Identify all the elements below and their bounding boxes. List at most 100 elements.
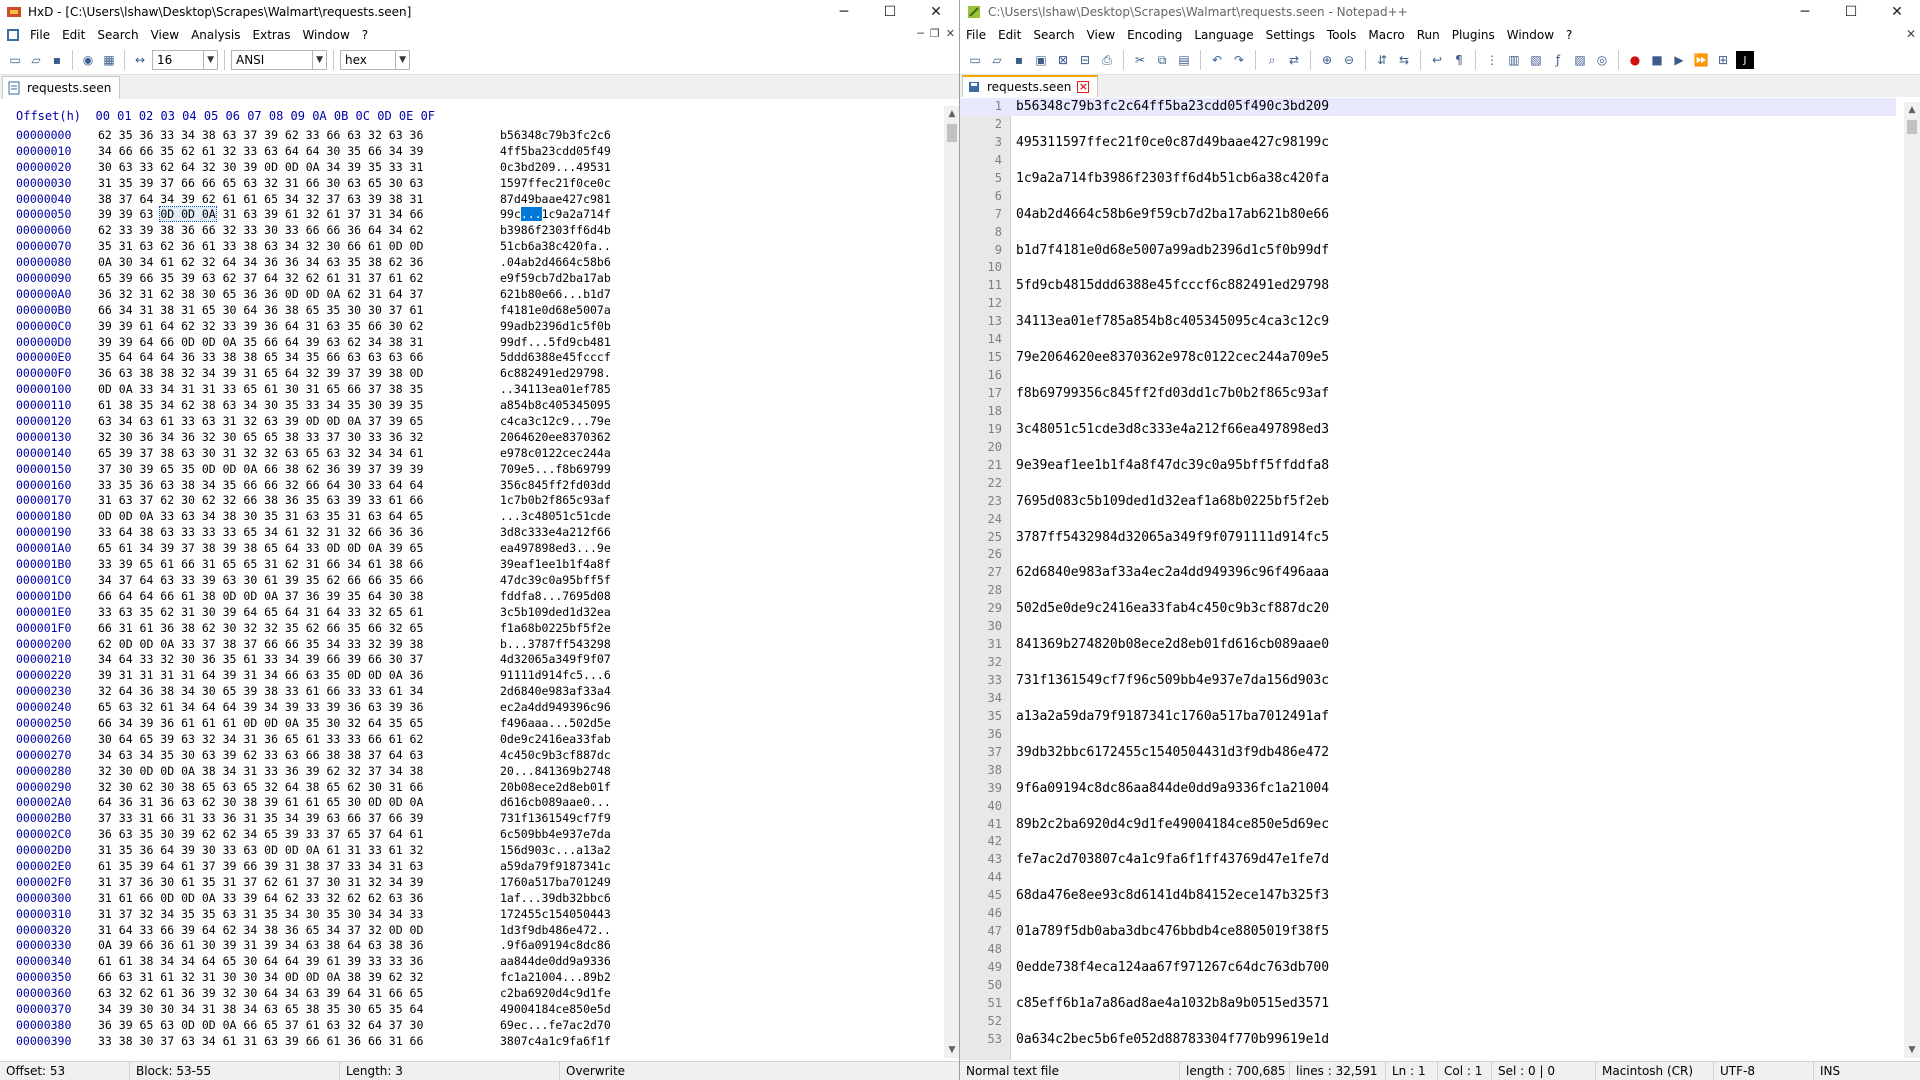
editor-line[interactable]: 34	[960, 690, 1896, 708]
close-file-icon[interactable]: ⊠	[1054, 51, 1072, 69]
editor-line[interactable]: 8	[960, 224, 1896, 242]
editor-line[interactable]: 1 b56348c79b3fc2c64ff5ba23cdd05f490c3bd20…	[960, 98, 1896, 116]
hex-row[interactable]: 00000320 31 64 33 66 39 64 62 34 38 36 65…	[16, 923, 660, 939]
npp-menu-plugins[interactable]: Plugins	[1446, 24, 1501, 46]
editor-line[interactable]: 19 3c48051c51cde3d8c333e4a212f66ea497898e…	[960, 421, 1896, 439]
hex-row[interactable]: 00000050 39 39 63 0D 0D 0A 31 63 39 61 32…	[16, 206, 660, 223]
save-icon[interactable]: ▪	[1010, 51, 1028, 69]
word-wrap-icon[interactable]: ↩	[1428, 51, 1446, 69]
hex-row[interactable]: 000001F0 66 31 61 36 38 62 30 32 32 35 62…	[16, 621, 660, 637]
npp-menu-search[interactable]: Search	[1027, 24, 1080, 46]
hex-row[interactable]: 00000060 62 33 39 38 36 66 32 33 30 33 66…	[16, 223, 660, 239]
hex-row[interactable]: 00000280 32 30 0D 0D 0A 38 34 31 33 36 39…	[16, 764, 660, 780]
editor-line[interactable]: 28	[960, 582, 1896, 600]
editor-line[interactable]: 26	[960, 546, 1896, 564]
zoom-out-icon[interactable]: ⊖	[1340, 51, 1358, 69]
hex-row[interactable]: 00000120 63 34 63 61 33 63 31 32 63 39 0D…	[16, 414, 660, 430]
editor-line[interactable]: 25 3787ff5432984d32065a349f9f0791111d914f…	[960, 529, 1896, 547]
function-list-icon[interactable]: ƒ	[1549, 51, 1567, 69]
save-all-icon[interactable]: ▣	[1032, 51, 1050, 69]
npp-titlebar[interactable]: C:\Users\lshaw\Desktop\Scrapes\Walmart\r…	[960, 0, 1920, 24]
hex-row[interactable]: 00000130 32 30 36 34 36 32 30 65 65 38 33…	[16, 430, 660, 446]
editor-line[interactable]: 16	[960, 367, 1896, 385]
replace-icon[interactable]: ⇄	[1285, 51, 1303, 69]
hex-row[interactable]: 00000330 0A 39 66 36 61 30 39 31 39 34 63…	[16, 938, 660, 954]
editor-line[interactable]: 29 502d5e0de9c2416ea33fab4c450c9b3cf887dc…	[960, 600, 1896, 618]
hxd-menu-analysis[interactable]: Analysis	[185, 24, 246, 46]
record-macro-icon[interactable]: ●	[1626, 51, 1644, 69]
hex-row[interactable]: 000001D0 66 64 64 66 61 38 0D 0D 0A 37 36…	[16, 589, 660, 605]
npp-scroll-thumb[interactable]	[1907, 120, 1917, 134]
hxd-menu-search[interactable]: Search	[91, 24, 144, 46]
editor-line[interactable]: 20	[960, 439, 1896, 457]
npp-menu-file[interactable]: File	[960, 24, 992, 46]
hxd-close-button[interactable]: ✕	[913, 0, 959, 24]
editor-line[interactable]: 39 9f6a09194c8dc86aa844de0dd9a9336fc1a210…	[960, 780, 1896, 798]
hxd-mdi-close-icon[interactable]: ✕	[946, 27, 955, 40]
open-file-icon[interactable]: ▱	[27, 51, 45, 69]
editor-line[interactable]: 6	[960, 188, 1896, 206]
editor-line[interactable]: 4	[960, 152, 1896, 170]
status-encoding[interactable]: UTF-8	[1714, 1062, 1814, 1080]
print-icon[interactable]: ⎙	[1098, 51, 1116, 69]
hex-row[interactable]: 000000F0 36 63 38 38 32 34 39 31 65 64 32…	[16, 366, 660, 382]
undo-icon[interactable]: ↶	[1208, 51, 1226, 69]
editor-line[interactable]: 22	[960, 475, 1896, 493]
npp-menu-encoding[interactable]: Encoding	[1121, 24, 1188, 46]
editor-line[interactable]: 11 5fd9cb4815ddd6388e45fcccf6c882491ed297…	[960, 277, 1896, 295]
hex-row[interactable]: 00000310 31 37 32 34 35 35 63 31 35 34 30…	[16, 907, 660, 923]
editor-line[interactable]: 49 0edde738f4eca124aa67f971267c64dc763db7…	[960, 959, 1896, 977]
find-icon[interactable]: ⌕	[1263, 51, 1281, 69]
tab-close-icon[interactable]: ×	[1077, 81, 1090, 93]
hex-row[interactable]: 000002D0 31 35 36 64 39 30 33 63 0D 0D 0A…	[16, 843, 660, 859]
npp-menu-macro[interactable]: Macro	[1362, 24, 1410, 46]
hxd-maximize-button[interactable]: ☐	[867, 0, 913, 24]
hex-row[interactable]: 00000190 33 64 38 63 33 33 33 65 34 61 32…	[16, 525, 660, 541]
editor-line[interactable]: 10	[960, 259, 1896, 277]
npp-maximize-button[interactable]: ☐	[1828, 0, 1874, 24]
copy-icon[interactable]: ⧉	[1153, 51, 1171, 69]
editor-line[interactable]: 53 0a634c2bec5b6fe052d88783304f770b99619e…	[960, 1031, 1896, 1049]
editor-line[interactable]: 3 495311597ffec21f0ce0c87d49baae427c98199…	[960, 134, 1896, 152]
new-file-icon[interactable]: ▭	[966, 51, 984, 69]
editor-line[interactable]: 27 62d6840e983af33a4ec2a4dd949396c96f496a…	[960, 564, 1896, 582]
editor-line[interactable]: 12	[960, 295, 1896, 313]
hex-row[interactable]: 000001C0 34 37 64 63 33 39 63 30 61 39 35…	[16, 573, 660, 589]
hex-row[interactable]: 00000390 33 38 30 37 63 34 61 31 63 39 66…	[16, 1034, 660, 1050]
plugin-icon[interactable]: J	[1736, 51, 1754, 69]
hex-row[interactable]: 00000170 31 63 37 62 30 62 32 66 38 36 35…	[16, 493, 660, 509]
editor-line[interactable]: 35 a13a2a59da79f9187341c1760a517ba7012491…	[960, 708, 1896, 726]
hex-selection[interactable]: 0D 0D 0A	[159, 206, 217, 223]
editor-line[interactable]: 24	[960, 511, 1896, 529]
npp-menu-help[interactable]: ?	[1560, 24, 1578, 46]
hex-row[interactable]: 00000200 62 0D 0D 0A 33 37 38 37 66 66 35…	[16, 637, 660, 653]
sync-vertical-icon[interactable]: ⇵	[1373, 51, 1391, 69]
hex-row[interactable]: 000002A0 64 36 31 36 63 62 30 38 39 61 61…	[16, 795, 660, 811]
editor-line[interactable]: 5 1c9a2a714fb3986f2303ff6d4b51cb6a38c420f…	[960, 170, 1896, 188]
hex-row[interactable]: 00000240 65 63 32 61 34 64 64 39 34 39 33…	[16, 700, 660, 716]
open-disk-icon[interactable]: ◉	[79, 51, 97, 69]
hex-row[interactable]: 00000030 31 35 39 37 66 66 65 63 32 31 66…	[16, 176, 660, 192]
editor-line[interactable]: 7 04ab2d4664c58b6e9f59cb7d2ba17ab621b80e6…	[960, 206, 1896, 224]
hex-row[interactable]: 000002B0 37 33 31 66 31 33 36 31 35 34 39…	[16, 811, 660, 827]
editor-line[interactable]: 50	[960, 977, 1896, 995]
editor-line[interactable]: 31 841369b274820b08ece2d8eb01fd616cb089aa…	[960, 636, 1896, 654]
npp-tab-requests-seen[interactable]: requests.seen ×	[962, 75, 1099, 97]
hex-row[interactable]: 00000340 61 61 38 34 34 64 65 30 64 64 39…	[16, 954, 660, 970]
hxd-mdi-minimize-icon[interactable]: ─	[917, 27, 924, 40]
hxd-titlebar[interactable]: HxD - [C:\Users\lshaw\Desktop\Scrapes\Wa…	[0, 0, 959, 24]
hex-row[interactable]: 000000E0 35 64 64 64 36 33 38 38 65 34 35…	[16, 350, 660, 366]
editor-line[interactable]: 32	[960, 654, 1896, 672]
hxd-menu-view[interactable]: View	[145, 24, 185, 46]
npp-menu-settings[interactable]: Settings	[1260, 24, 1321, 46]
hex-row[interactable]: 000000B0 66 34 31 38 31 65 30 64 36 38 65…	[16, 303, 660, 319]
editor-line[interactable]: 44	[960, 869, 1896, 887]
hxd-minimize-button[interactable]: ─	[821, 0, 867, 24]
npp-minimize-button[interactable]: ─	[1782, 0, 1828, 24]
hex-row[interactable]: 00000380 36 39 65 63 0D 0D 0A 66 65 37 61…	[16, 1018, 660, 1034]
charset-select[interactable]: ANSI ▼	[231, 50, 327, 70]
stop-macro-icon[interactable]: ■	[1648, 51, 1666, 69]
hex-row[interactable]: 00000370 34 39 30 30 34 31 38 34 63 65 38…	[16, 1002, 660, 1018]
editor-line[interactable]: 41 89b2c2ba6920d4c9d1fe49004184ce850e5d69…	[960, 816, 1896, 834]
offset-base-select[interactable]: hex ▼	[340, 50, 410, 70]
